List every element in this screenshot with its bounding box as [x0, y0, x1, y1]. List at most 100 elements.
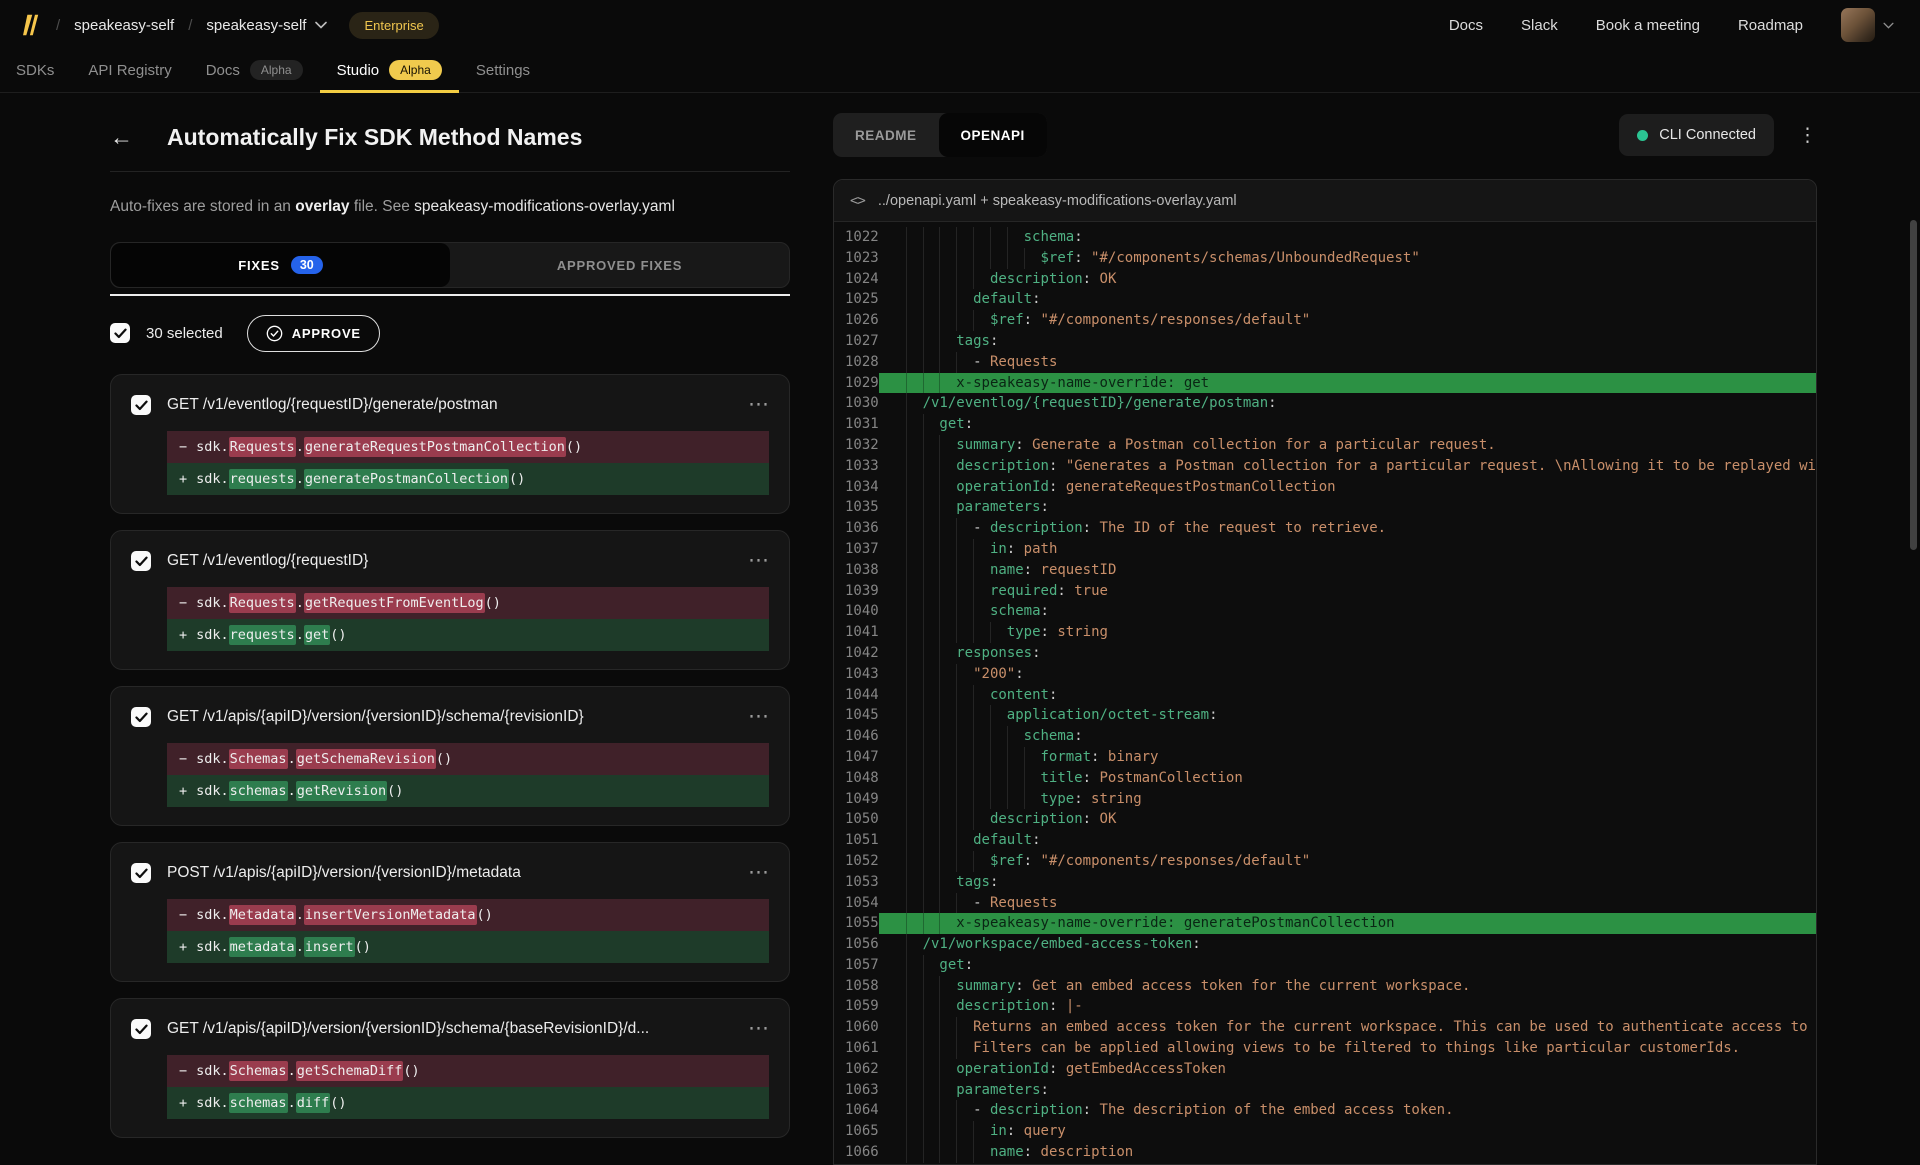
code-line: 1062operationId: getEmbedAccessToken [834, 1059, 1816, 1080]
nav-item-settings[interactable]: Settings [459, 50, 547, 93]
breadcrumb-org[interactable]: speakeasy-self [74, 17, 174, 34]
card-menu-button[interactable]: ⋯ [748, 868, 769, 879]
code-line: 1060Returns an embed access token for th… [834, 1017, 1816, 1038]
topbar-link-docs[interactable]: Docs [1449, 17, 1483, 34]
fix-checkbox[interactable] [131, 863, 151, 883]
breadcrumb-separator: / [188, 17, 192, 34]
diff-added-line: +sdk.metadata.insert() [167, 931, 769, 963]
line-number: 1062 [834, 1059, 879, 1080]
line-number: 1042 [834, 643, 879, 664]
topbar-link-slack[interactable]: Slack [1521, 17, 1558, 34]
card-menu-button[interactable]: ⋯ [748, 1024, 769, 1035]
line-number: 1063 [834, 1080, 879, 1101]
code-line: 1058summary: Get an embed access token f… [834, 976, 1816, 997]
code-line: 1050description: OK [834, 809, 1816, 830]
tab-approved-fixes[interactable]: APPROVED FIXES [450, 243, 789, 287]
breadcrumb-workspace: speakeasy-self [206, 17, 306, 34]
line-number: 1064 [834, 1100, 879, 1121]
check-circle-icon [266, 325, 283, 342]
kebab-menu-button[interactable]: ⋮ [1798, 124, 1817, 147]
page-title: Automatically Fix SDK Method Names [167, 124, 582, 151]
code-line: 1036- description: The ID of the request… [834, 518, 1816, 539]
nav-item-api-registry[interactable]: API Registry [71, 50, 188, 93]
code-line: 1032summary: Generate a Postman collecti… [834, 435, 1816, 456]
workspace-switcher[interactable]: speakeasy-self [206, 17, 327, 34]
line-number: 1053 [834, 872, 879, 893]
line-number: 1049 [834, 789, 879, 810]
page-scrollbar-thumb[interactable] [1910, 220, 1917, 550]
fix-checkbox[interactable] [131, 551, 151, 571]
code-line: 1047format: binary [834, 747, 1816, 768]
code-line: 1059description: |- [834, 996, 1816, 1017]
plan-badge: Enterprise [349, 12, 438, 39]
code-line: 1040schema: [834, 601, 1816, 622]
code-lines: 1022schema:1023$ref: "#/components/schem… [834, 222, 1816, 1164]
nav-item-sdks[interactable]: SDKs [16, 50, 71, 93]
diff-removed-line: −sdk.Schemas.getSchemaDiff() [167, 1055, 769, 1087]
fix-checkbox[interactable] [131, 1019, 151, 1039]
approve-button[interactable]: APPROVE [247, 315, 380, 352]
code-line: 1051default: [834, 830, 1816, 851]
check-icon [135, 712, 148, 723]
overlay-filename: speakeasy-modifications-overlay.yaml [414, 198, 675, 215]
line-number: 1023 [834, 248, 879, 269]
line-number: 1052 [834, 851, 879, 872]
line-number: 1038 [834, 560, 879, 581]
code-line: 1022schema: [834, 227, 1816, 248]
topbar-link-book-a-meeting[interactable]: Book a meeting [1596, 17, 1700, 34]
avatar [1841, 8, 1875, 42]
code-line: 1041type: string [834, 622, 1816, 643]
card-menu-button[interactable]: ⋯ [748, 556, 769, 567]
tab-readme[interactable]: README [833, 113, 939, 157]
select-all-checkbox[interactable] [110, 323, 130, 343]
chevron-down-icon [315, 21, 327, 29]
openapi-panel: README OPENAPI CLI Connected ⋮ <> ../ope… [833, 93, 1920, 1165]
check-icon [135, 556, 148, 567]
code-line: 1030/v1/eventlog/{requestID}/generate/po… [834, 393, 1816, 414]
check-icon [135, 868, 148, 879]
topbar-link-roadmap[interactable]: Roadmap [1738, 17, 1803, 34]
fix-endpoint-label: GET /v1/eventlog/{requestID} [167, 552, 732, 570]
code-file-name: ../openapi.yaml + speakeasy-modification… [878, 193, 1237, 209]
fix-checkbox[interactable] [131, 395, 151, 415]
user-menu[interactable] [1841, 8, 1894, 42]
line-number: 1031 [834, 414, 879, 435]
tab-fixes[interactable]: FIXES 30 [111, 243, 450, 287]
code-line: 1042responses: [834, 643, 1816, 664]
line-number: 1024 [834, 269, 879, 290]
code-line: 1056/v1/workspace/embed-access-token: [834, 934, 1816, 955]
line-number: 1039 [834, 581, 879, 602]
fix-endpoint-label: GET /v1/apis/{apiID}/version/{versionID}… [167, 708, 732, 726]
code-line: 1052$ref: "#/components/responses/defaul… [834, 851, 1816, 872]
diff-added-line: +sdk.schemas.diff() [167, 1087, 769, 1119]
speakeasy-logo[interactable] [16, 12, 42, 38]
card-menu-button[interactable]: ⋯ [748, 712, 769, 723]
back-button[interactable]: ← [110, 126, 133, 149]
line-number: 1060 [834, 1017, 879, 1038]
fix-card: GET /v1/eventlog/{requestID} ⋯ −sdk.Requ… [110, 530, 790, 670]
method-name-diff: −sdk.Requests.getRequestFromEventLog() +… [167, 587, 769, 651]
fixes-panel: ← Automatically Fix SDK Method Names Aut… [0, 93, 833, 1165]
line-number: 1026 [834, 310, 879, 331]
nav-item-studio[interactable]: Studio Alpha [320, 50, 459, 93]
line-number: 1046 [834, 726, 879, 747]
divider [110, 171, 790, 172]
line-number: 1029 [834, 373, 879, 394]
card-menu-button[interactable]: ⋯ [748, 400, 769, 411]
tab-openapi[interactable]: OPENAPI [939, 113, 1047, 157]
line-number: 1048 [834, 768, 879, 789]
code-line: 1031get: [834, 414, 1816, 435]
chevron-down-icon [1883, 22, 1894, 29]
code-line: 1048title: PostmanCollection [834, 768, 1816, 789]
code-line: 1044content: [834, 685, 1816, 706]
code-line: 1063parameters: [834, 1080, 1816, 1101]
fix-card: GET /v1/apis/{apiID}/version/{versionID}… [110, 998, 790, 1138]
fix-card: GET /v1/eventlog/{requestID}/generate/po… [110, 374, 790, 514]
line-number: 1037 [834, 539, 879, 560]
code-line: 1049type: string [834, 789, 1816, 810]
fix-checkbox[interactable] [131, 707, 151, 727]
line-number: 1065 [834, 1121, 879, 1142]
check-icon [135, 400, 148, 411]
nav-item-docs[interactable]: Docs Alpha [189, 50, 320, 93]
code-line: 1053tags: [834, 872, 1816, 893]
